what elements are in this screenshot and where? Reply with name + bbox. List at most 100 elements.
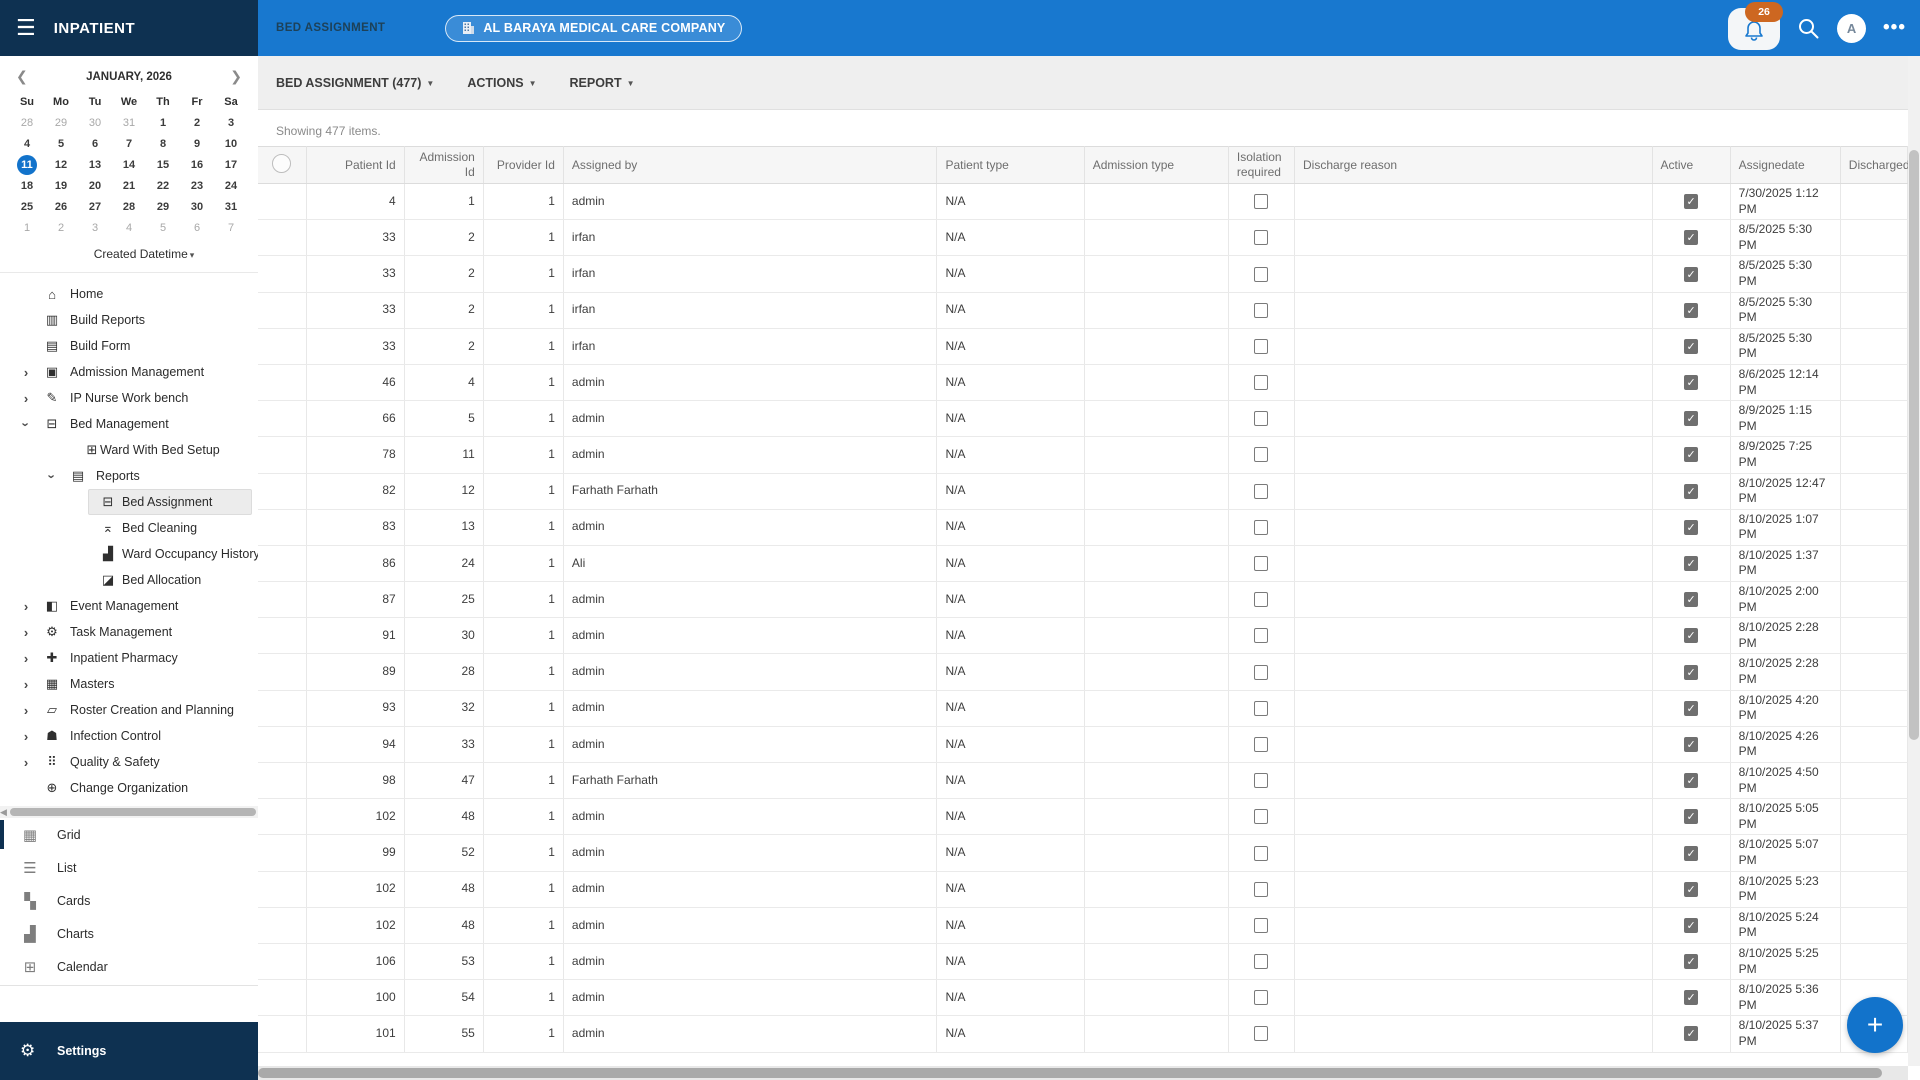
add-button[interactable]: + (1847, 997, 1903, 1053)
isolation-required-checkbox[interactable] (1254, 664, 1269, 680)
active-checkbox[interactable]: ✓ (1684, 375, 1699, 391)
table-row[interactable]: 83 13 1 admin N/A ✓ 8/10/2025 1:07 PM (258, 509, 1909, 546)
table-row[interactable]: 102 48 1 admin N/A ✓ 8/10/2025 5:05 PM (258, 798, 1909, 836)
sidebar-item-bed-allocation[interactable]: ◪ Bed Allocation (0, 567, 258, 593)
chevron-right-icon[interactable]: › (20, 391, 32, 406)
settings-button[interactable]: ⚙ Settings (0, 1022, 258, 1080)
sidebar-item-build-reports[interactable]: ▥ Build Reports (0, 307, 258, 333)
sidebar-item-infection-control[interactable]: › ☗ Infection Control (0, 723, 258, 749)
table-row[interactable]: 46 4 1 admin N/A ✓ 8/6/2025 12:14 PM (258, 364, 1909, 402)
table-row[interactable]: 66 5 1 admin N/A ✓ 8/9/2025 1:15 PM (258, 400, 1909, 438)
isolation-required-checkbox[interactable] (1254, 230, 1269, 246)
sidebar-horizontal-scrollbar[interactable]: ◀ (0, 806, 258, 818)
search-button[interactable] (1797, 17, 1820, 40)
view-item-charts[interactable]: ▟ Charts (0, 917, 258, 950)
table-row[interactable]: 33 2 1 irfan N/A ✓ 8/5/2025 5:30 PM (258, 292, 1909, 329)
calendar-day[interactable]: 22 (146, 175, 180, 196)
table-row[interactable]: 87 25 1 admin N/A ✓ 8/10/2025 2:00 PM (258, 581, 1909, 619)
bed-assignment-dropdown[interactable]: BED ASSIGNMENT (477) ▼ (276, 76, 434, 90)
chevron-right-icon[interactable]: › (20, 365, 32, 380)
isolation-required-checkbox[interactable] (1254, 194, 1269, 210)
calendar-day[interactable]: 29 (44, 112, 78, 133)
calendar-day[interactable]: 29 (146, 196, 180, 217)
isolation-required-checkbox[interactable] (1254, 483, 1269, 499)
calendar-day[interactable]: 7 (112, 133, 146, 154)
calendar-day[interactable]: 14 (112, 154, 146, 175)
scrollbar-thumb[interactable] (1909, 150, 1919, 740)
active-checkbox[interactable]: ✓ (1684, 483, 1699, 499)
isolation-required-checkbox[interactable] (1254, 809, 1269, 825)
view-item-grid[interactable]: ▦ Grid (0, 818, 258, 851)
active-checkbox[interactable]: ✓ (1684, 917, 1699, 933)
calendar-next-button[interactable]: ❯ (230, 68, 242, 85)
table-row[interactable]: 100 54 1 admin N/A ✓ 8/10/2025 5:36 PM (258, 979, 1909, 1017)
view-item-list[interactable]: ☰ List (0, 851, 258, 884)
calendar-day[interactable]: 5 (146, 217, 180, 238)
calendar-day[interactable]: 9 (180, 133, 214, 154)
isolation-required-checkbox[interactable] (1254, 773, 1269, 789)
sidebar-item-event-management[interactable]: › ◧ Event Management (0, 593, 258, 619)
table-row[interactable]: 86 24 1 Ali N/A ✓ 8/10/2025 1:37 PM (258, 545, 1909, 583)
calendar-day-selected[interactable]: 11 (10, 154, 44, 175)
sidebar-item-ip-nurse-work-bench[interactable]: › ✎ IP Nurse Work bench (0, 385, 258, 411)
calendar-day[interactable]: 21 (112, 175, 146, 196)
calendar-day[interactable]: 2 (44, 217, 78, 238)
sidebar-item-change-organization[interactable]: ⊕ Change Organization (0, 775, 258, 801)
chevron-right-icon[interactable]: › (20, 677, 32, 692)
calendar-day[interactable]: 1 (146, 112, 180, 133)
calendar-day[interactable]: 27 (78, 196, 112, 217)
table-row[interactable]: 94 33 1 admin N/A ✓ 8/10/2025 4:26 PM (258, 726, 1909, 764)
calendar-day[interactable]: 5 (44, 133, 78, 154)
isolation-required-checkbox[interactable] (1254, 917, 1269, 933)
calendar-day[interactable]: 28 (10, 112, 44, 133)
calendar-day[interactable]: 1 (10, 217, 44, 238)
calendar-day[interactable]: 19 (44, 175, 78, 196)
calendar-day[interactable]: 4 (10, 133, 44, 154)
calendar-day[interactable]: 23 (180, 175, 214, 196)
select-all-radio[interactable] (272, 153, 292, 173)
isolation-required-checkbox[interactable] (1254, 954, 1269, 970)
calendar-day[interactable]: 10 (214, 133, 248, 154)
table-row[interactable]: 91 30 1 admin N/A ✓ 8/10/2025 2:28 PM (258, 617, 1909, 655)
chevron-down-icon[interactable]: › (45, 470, 60, 482)
isolation-required-checkbox[interactable] (1254, 1026, 1269, 1042)
sidebar-item-masters[interactable]: › ▦ Masters (0, 671, 258, 697)
active-checkbox[interactable]: ✓ (1684, 881, 1699, 897)
chevron-right-icon[interactable]: › (20, 625, 32, 640)
sidebar-item-quality-safety[interactable]: › ⠿ Quality & Safety (0, 749, 258, 775)
isolation-required-checkbox[interactable] (1254, 302, 1269, 318)
active-checkbox[interactable]: ✓ (1684, 809, 1699, 825)
scrollbar-left-arrow-icon[interactable]: ◀ (0, 807, 10, 818)
table-row[interactable]: 101 55 1 admin N/A ✓ 8/10/2025 5:37 PM (258, 1015, 1909, 1053)
active-checkbox[interactable]: ✓ (1684, 592, 1699, 608)
table-row[interactable]: 89 28 1 admin N/A ✓ 8/10/2025 2:28 PM (258, 653, 1909, 691)
calendar-day[interactable]: 20 (78, 175, 112, 196)
active-checkbox[interactable]: ✓ (1684, 628, 1699, 644)
hamburger-menu-icon[interactable]: ☰ (16, 17, 36, 39)
calendar-day[interactable]: 31 (214, 196, 248, 217)
view-item-calendar[interactable]: ⊞ Calendar (0, 950, 258, 983)
active-checkbox[interactable]: ✓ (1684, 519, 1699, 535)
table-row[interactable]: 99 52 1 admin N/A ✓ 8/10/2025 5:07 PM (258, 834, 1909, 872)
active-checkbox[interactable]: ✓ (1684, 338, 1699, 354)
sidebar-item-roster-creation-and-planning[interactable]: › ▱ Roster Creation and Planning (0, 697, 258, 723)
calendar-day[interactable]: 30 (78, 112, 112, 133)
active-checkbox[interactable]: ✓ (1684, 990, 1699, 1006)
active-checkbox[interactable]: ✓ (1684, 411, 1699, 427)
calendar-day[interactable]: 25 (10, 196, 44, 217)
calendar-day[interactable]: 3 (78, 217, 112, 238)
vertical-scrollbar[interactable] (1908, 56, 1920, 1066)
chevron-right-icon[interactable]: › (20, 703, 32, 718)
isolation-required-checkbox[interactable] (1254, 736, 1269, 752)
table-row[interactable]: 82 12 1 Farhath Farhath N/A ✓ 8/10/2025 12:47 … (258, 473, 1909, 510)
chevron-right-icon[interactable]: › (20, 599, 32, 614)
sidebar-item-bed-assignment[interactable]: ⊟ Bed Assignment (0, 489, 258, 515)
notifications-button[interactable]: 26 (1728, 2, 1784, 50)
created-datetime-dropdown[interactable]: Created Datetime ▾ (10, 238, 248, 269)
calendar-day[interactable]: 15 (146, 154, 180, 175)
active-checkbox[interactable]: ✓ (1684, 302, 1699, 318)
active-checkbox[interactable]: ✓ (1684, 556, 1699, 571)
calendar-day[interactable]: 13 (78, 154, 112, 175)
table-row[interactable]: 4 1 1 admin N/A ✓ 7/30/2025 1:12 PM (258, 183, 1909, 221)
active-checkbox[interactable]: ✓ (1684, 230, 1699, 246)
